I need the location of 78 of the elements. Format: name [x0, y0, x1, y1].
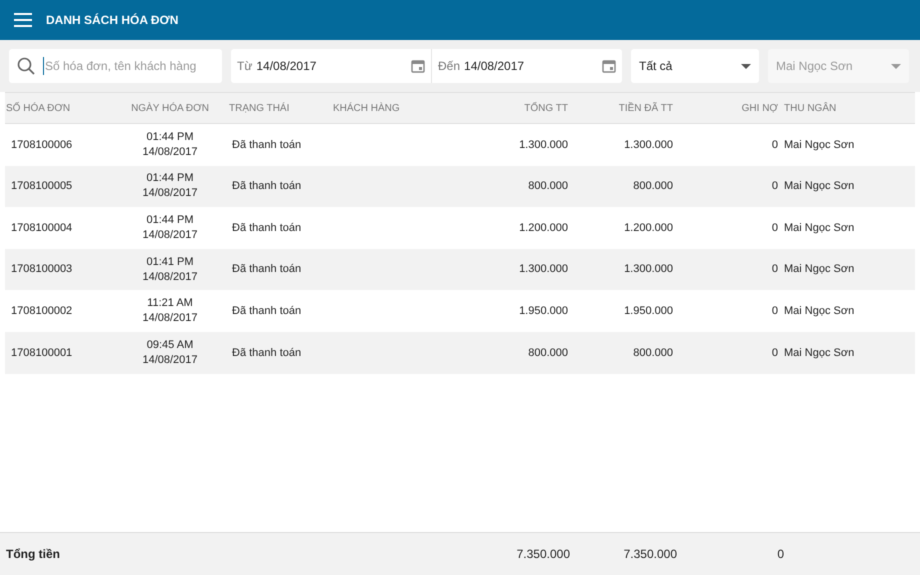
total-amount: 7.350.000	[516, 546, 570, 563]
invoice-row[interactable]: 1708100005 01:44 PM 14/08/2017 Đã thanh toán 800.000 800.000 0 Mai Ngọc Sơn	[5, 166, 915, 208]
table-cell-text: 1708100006	[10, 138, 74, 153]
invoice-row[interactable]: 1708100001 09:45 AM 14/08/2017 Đã thanh toán 800.000 800.000 0 Mai Ngọc Sơn	[5, 332, 915, 374]
table-cell-text: 1.950.000	[623, 304, 673, 319]
table-cell-text: 1.300.000	[518, 262, 568, 278]
table-cell-text: 800.000	[632, 346, 673, 361]
table-cell-text: 1.200.000	[623, 220, 673, 236]
app-title: DANH SÁCH HÓA ĐƠN	[46, 12, 178, 29]
table-cell-text: 1.200.000	[518, 220, 568, 236]
from-label: Từ	[237, 58, 252, 75]
table-cell-text: 1708100004	[10, 220, 74, 236]
table-cell-text: Mai Ngọc Sơn	[783, 220, 856, 236]
to-label: Đến	[438, 58, 460, 75]
to-date-field[interactable]: Đến 14/08/2017	[432, 49, 622, 83]
column-header: TIỀN ĐÃ TT	[618, 101, 673, 116]
total-paid: 7.350.000	[622, 546, 677, 563]
invoice-date: 14/08/2017	[142, 352, 198, 368]
invoice-time: 01:44 PM	[146, 212, 194, 228]
calendar-icon[interactable]	[411, 59, 425, 73]
column-header: GHI NỢ	[740, 102, 778, 116]
table-cell-text: 1708100001	[10, 346, 74, 361]
column-header: TỔNG TT	[523, 101, 568, 116]
table-cell-text: Đã thanh toán	[231, 346, 302, 361]
invoice-time: 01:44 PM	[146, 171, 194, 186]
column-header: NGÀY HÓA ĐƠN	[130, 101, 210, 116]
table-cell-text: 0	[770, 220, 778, 236]
invoice-date: 14/08/2017	[142, 144, 198, 160]
invoice-date: 14/08/2017	[142, 186, 198, 202]
invoice-date: 14/08/2017	[142, 228, 198, 243]
menu-icon[interactable]	[14, 13, 32, 27]
total-label: Tổng tiền	[5, 546, 61, 563]
invoice-time: 01:44 PM	[146, 130, 194, 145]
table-cell-text: 0	[770, 138, 778, 153]
column-header: KHÁCH HÀNG	[332, 101, 401, 116]
table-cell-text: Đã thanh toán	[231, 262, 302, 278]
invoice-time: 11:21 AM	[147, 296, 193, 312]
table-cell-text: Mai Ngọc Sơn	[783, 138, 856, 153]
caret-icon	[891, 64, 901, 68]
table-cell-text: 800.000	[527, 346, 568, 361]
invoice-date: 14/08/2017	[142, 270, 198, 285]
invoice-date: 14/08/2017	[142, 311, 198, 326]
column-header: SỐ HÓA ĐƠN	[5, 101, 72, 116]
search-icon	[17, 57, 35, 75]
column-header: TRẠNG THÁI	[228, 101, 290, 116]
invoice-time: 09:45 AM	[146, 338, 194, 353]
column-header: THU NGÂN	[783, 101, 838, 116]
total-debt: 0	[776, 546, 784, 563]
table-cell-text: 0	[770, 179, 778, 194]
table-cell-text: Đã thanh toán	[231, 220, 302, 236]
table-cell-text: Mai Ngọc Sơn	[783, 179, 856, 194]
table-cell-text: 800.000	[632, 179, 673, 194]
table-cell-text: Mai Ngọc Sơn	[783, 262, 856, 278]
table-cell-text: 0	[770, 304, 778, 319]
invoice-row[interactable]: 1708100003 01:41 PM 14/08/2017 Đã thanh toán 1.300.000 1.300.000 0 Mai Ngọc Sơn	[5, 248, 915, 290]
caret-icon	[741, 64, 751, 68]
table-cell-text: 1.300.000	[518, 138, 568, 153]
table-cell-text: Đã thanh toán	[231, 179, 302, 194]
table-cell-text: 1.950.000	[518, 304, 568, 319]
table-cell-text: 1708100003	[10, 262, 74, 278]
table-cell-text: 0	[770, 262, 778, 278]
invoice-time: 01:41 PM	[146, 254, 194, 270]
table-cell-text: Mai Ngọc Sơn	[783, 346, 856, 361]
search-field[interactable]: Số hóa đơn, tên khách hàng	[9, 49, 222, 83]
from-date: 14/08/2017	[256, 58, 318, 75]
table-cell-text: 0	[770, 346, 778, 361]
table-cell-text: 1.300.000	[623, 138, 673, 153]
table-cell-text: 1.300.000	[623, 262, 673, 278]
table-cell-text: Đã thanh toán	[231, 138, 302, 153]
from-date-field[interactable]: Từ 14/08/2017	[231, 49, 432, 83]
to-date: 14/08/2017	[464, 58, 526, 75]
calendar-icon[interactable]	[602, 59, 616, 73]
status-dropdown[interactable]: Tất cả	[631, 49, 759, 83]
table-cell-text: Mai Ngọc Sơn	[783, 304, 856, 319]
table-cell-text: 800.000	[527, 179, 568, 194]
table-cell-text: 1708100005	[10, 179, 74, 194]
table-cell-text: 1708100002	[10, 304, 74, 319]
table-cell-text: Đã thanh toán	[231, 304, 302, 319]
